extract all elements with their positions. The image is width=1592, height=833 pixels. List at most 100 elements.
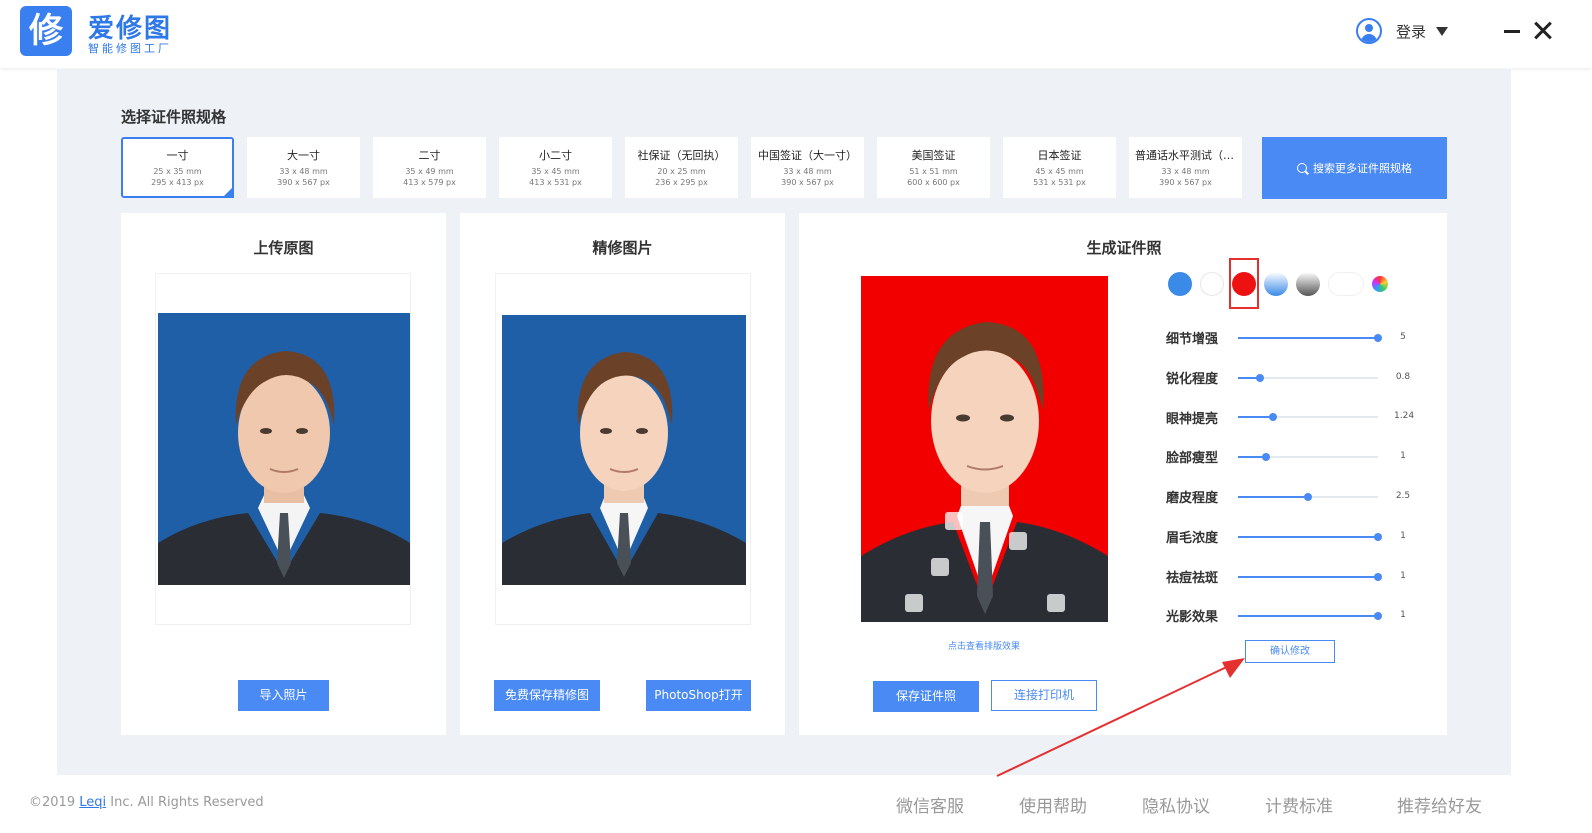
slider-knob[interactable] <box>1262 453 1270 461</box>
spec-mm: 33 x 48 mm <box>1161 167 1210 176</box>
login-label[interactable]: 登录 <box>1396 21 1426 42</box>
spec-px: 413 x 579 px <box>403 178 456 187</box>
photoshop-open-button[interactable]: PhotoShop打开 <box>646 680 751 711</box>
spec-mm: 33 x 48 mm <box>279 167 328 176</box>
search-more-label: 搜索更多证件照规格 <box>1313 162 1412 175</box>
footer-link-help[interactable]: 使用帮助 <box>1019 792 1087 817</box>
spec-mm: 35 x 49 mm <box>405 167 454 176</box>
slider-fill <box>1238 615 1378 617</box>
spec-section-title: 选择证件照规格 <box>121 108 227 126</box>
retouched-photo <box>502 315 746 585</box>
spec-px: 413 x 531 px <box>529 178 582 187</box>
annotation-arrow <box>996 658 1245 777</box>
slider-label-smooth: 磨皮程度 <box>1166 491 1219 506</box>
slider-face[interactable] <box>1238 453 1378 461</box>
slider-knob[interactable] <box>1374 573 1382 581</box>
spec-card-2[interactable]: 大一寸 33 x 48 mm 390 x 567 px <box>247 137 360 198</box>
slider-value-brow: 1 <box>1400 531 1406 541</box>
swatch-custom[interactable] <box>1328 272 1364 296</box>
swatch-selected-indicator <box>1229 258 1259 309</box>
swatch-blue-gradient[interactable] <box>1264 272 1288 296</box>
spec-name: 日本签证 <box>1037 149 1082 162</box>
spec-mm: 33 x 48 mm <box>783 167 832 176</box>
swatch-gray-gradient[interactable] <box>1296 272 1320 296</box>
slider-value-smooth: 2.5 <box>1395 491 1411 501</box>
caret-down-icon[interactable] <box>1436 26 1449 36</box>
spec-name: 二寸 <box>418 149 441 162</box>
save-retouch-button[interactable]: 免费保存精修图 <box>494 680 600 711</box>
company-link[interactable]: Leqi <box>79 795 106 810</box>
slider-label-eye: 眼神提亮 <box>1166 412 1219 427</box>
user-menu[interactable]: 登录 <box>1356 16 1449 46</box>
slider-label-brow: 眉毛浓度 <box>1166 531 1219 546</box>
retouch-photo-frame[interactable] <box>495 273 751 625</box>
id-photo-preview[interactable] <box>861 276 1108 622</box>
retouch-panel: 精修图片 免费保存精修图 PhotoShop打开 <box>460 213 785 735</box>
slider-label-detail: 细节增强 <box>1166 332 1219 347</box>
retouch-panel-title: 精修图片 <box>592 239 653 257</box>
spec-card-1[interactable]: 一寸 25 x 35 mm 295 x 413 px <box>121 137 234 198</box>
swatch-blue[interactable] <box>1168 272 1192 296</box>
spec-px: 390 x 567 px <box>781 178 834 187</box>
slider-value-acne: 1 <box>1400 571 1406 581</box>
background-color-swatches <box>1168 272 1396 296</box>
slider-knob[interactable] <box>1374 612 1382 620</box>
slider-label-sharpen: 锐化程度 <box>1166 372 1219 387</box>
confirm-edit-button[interactable]: 确认修改 <box>1245 640 1335 663</box>
slider-fill <box>1238 416 1273 418</box>
upload-panel-title: 上传原图 <box>253 239 314 257</box>
slider-smooth[interactable] <box>1238 493 1378 501</box>
import-photo-button[interactable]: 导入照片 <box>238 680 329 711</box>
spec-name: 普通话水平测试（大… <box>1135 149 1240 162</box>
save-id-photo-button[interactable]: 保存证件照 <box>873 681 979 712</box>
spec-mm: 35 x 45 mm <box>531 167 580 176</box>
spec-name: 美国签证 <box>911 149 956 162</box>
spec-mm: 25 x 35 mm <box>153 167 202 176</box>
slider-knob[interactable] <box>1269 413 1277 421</box>
user-avatar-icon[interactable] <box>1356 18 1382 44</box>
slider-label-face: 脸部瘦型 <box>1166 451 1219 466</box>
slider-value-detail: 5 <box>1400 332 1406 342</box>
spec-card-4[interactable]: 小二寸 35 x 45 mm 413 x 531 px <box>499 137 612 198</box>
spec-card-3[interactable]: 二寸 35 x 49 mm 413 x 579 px <box>373 137 486 198</box>
footer-link-recommend[interactable]: 推荐给好友 <box>1397 792 1482 817</box>
color-picker-icon[interactable] <box>1372 276 1388 292</box>
slider-brow[interactable] <box>1238 533 1382 541</box>
app-header: 修 爱修图 智能修图工厂 登录 <box>0 0 1592 68</box>
spec-name: 小二寸 <box>539 149 572 162</box>
spec-card-8[interactable]: 日本签证 45 x 45 mm 531 x 531 px <box>1003 137 1116 198</box>
slider-detail[interactable] <box>1238 334 1382 342</box>
footer-link-privacy[interactable]: 隐私协议 <box>1142 792 1210 817</box>
slider-value-eye: 1.24 <box>1394 411 1415 421</box>
spec-card-5[interactable]: 社保证（无回执） 20 x 25 mm 236 x 295 px <box>625 137 738 198</box>
generate-panel-title: 生成证件照 <box>1086 239 1162 257</box>
upload-photo-frame[interactable] <box>155 273 411 625</box>
footer-link-wechat[interactable]: 微信客服 <box>896 792 964 817</box>
spec-card-9[interactable]: 普通话水平测试（大… 33 x 48 mm 390 x 567 px <box>1129 137 1242 198</box>
slider-knob[interactable] <box>1304 493 1312 501</box>
footer-copyright: ©2019 Leqi Inc. All Rights Reserved <box>29 795 264 810</box>
copyright-suffix: Inc. All Rights Reserved <box>110 795 264 810</box>
spec-card-7[interactable]: 美国签证 51 x 51 mm 600 x 600 px <box>877 137 990 198</box>
spec-px: 390 x 567 px <box>1159 178 1212 187</box>
minimize-icon[interactable] <box>1502 18 1522 42</box>
swatch-white[interactable] <box>1200 272 1224 296</box>
slider-fill <box>1238 337 1378 339</box>
spec-name: 社保证（无回执） <box>637 149 726 162</box>
slider-value-sharpen: 0.8 <box>1395 372 1411 382</box>
search-more-specs-button[interactable]: 搜索更多证件照规格 <box>1262 137 1447 199</box>
footer-link-pricing[interactable]: 计费标准 <box>1265 792 1333 817</box>
slider-knob[interactable] <box>1374 334 1382 342</box>
slider-light[interactable] <box>1238 612 1382 620</box>
slider-acne[interactable] <box>1238 573 1382 581</box>
spec-mm: 20 x 25 mm <box>657 167 706 176</box>
close-icon[interactable] <box>1532 18 1554 42</box>
spec-px: 600 x 600 px <box>907 178 960 187</box>
slider-knob[interactable] <box>1374 533 1382 541</box>
spec-list: 一寸 25 x 35 mm 295 x 413 px 大一寸 33 x 48 m… <box>121 137 1242 198</box>
spec-name: 中国签证（大一寸） <box>758 149 857 162</box>
copyright-prefix: ©2019 <box>29 795 76 810</box>
slider-eye[interactable] <box>1238 413 1378 421</box>
slider-sharpen[interactable] <box>1238 374 1378 382</box>
spec-card-6[interactable]: 中国签证（大一寸） 33 x 48 mm 390 x 567 px <box>751 137 864 198</box>
